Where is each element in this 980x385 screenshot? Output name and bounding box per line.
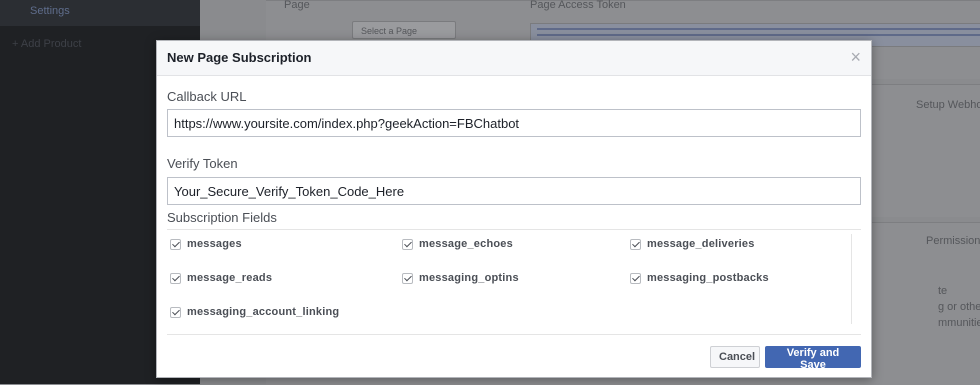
sidebar-add-product: + Add Product xyxy=(12,38,82,50)
sidebar-item-label: Settings xyxy=(30,5,70,17)
checkbox-message-reads[interactable]: message_reads xyxy=(170,272,272,284)
checkbox-checked-icon xyxy=(170,238,181,250)
webhooks-text: Setup Webhooks xyxy=(916,99,980,111)
side-text: g or other xyxy=(938,301,980,313)
divider xyxy=(167,334,861,335)
checkbox-label: messaging_postbacks xyxy=(647,272,769,284)
sidebar-item-settings: Settings xyxy=(0,0,200,26)
checkbox-messaging-postbacks[interactable]: messaging_postbacks xyxy=(630,272,769,284)
checkbox-label: messaging_optins xyxy=(419,272,519,284)
checkbox-checked-icon xyxy=(170,272,181,284)
checkbox-checked-icon xyxy=(630,238,641,250)
new-page-subscription-dialog: New Page Subscription × Callback URL Ver… xyxy=(156,40,872,378)
checkbox-message-echoes[interactable]: message_echoes xyxy=(402,238,513,250)
verify-token-input[interactable] xyxy=(167,177,861,205)
callback-url-input[interactable] xyxy=(167,109,861,137)
cancel-button[interactable]: Cancel xyxy=(710,346,760,368)
checkbox-message-deliveries[interactable]: message_deliveries xyxy=(630,238,755,250)
checkbox-messaging-account-linking[interactable]: messaging_account_linking xyxy=(170,306,339,318)
dialog-header: New Page Subscription × xyxy=(157,41,871,76)
checkbox-label: messages xyxy=(187,238,242,250)
divider xyxy=(167,229,861,230)
checkbox-checked-icon xyxy=(630,272,641,284)
checkbox-messaging-optins[interactable]: messaging_optins xyxy=(402,272,519,284)
checkbox-label: message_echoes xyxy=(419,238,513,250)
fields-scrollbar[interactable] xyxy=(851,234,852,324)
checkbox-checked-icon xyxy=(170,306,181,318)
verify-and-save-button[interactable]: Verify and Save xyxy=(765,346,861,371)
subscription-fields-label: Subscription Fields xyxy=(167,210,277,225)
page-label: Page xyxy=(284,0,310,11)
callback-url-label: Callback URL xyxy=(167,89,247,104)
checkbox-messages[interactable]: messages xyxy=(170,238,242,250)
checkbox-label: message_deliveries xyxy=(647,238,755,250)
subscription-fields-list: messages message_echoes message_deliveri… xyxy=(167,234,851,324)
side-text: mmunities. xyxy=(938,317,980,329)
checkbox-label: message_reads xyxy=(187,272,273,284)
token-label: Page Access Token xyxy=(530,0,626,11)
side-text: te xyxy=(938,285,948,297)
close-icon[interactable]: × xyxy=(850,47,861,67)
checkbox-checked-icon xyxy=(402,238,413,250)
page-select: Select a Page xyxy=(352,21,456,39)
checkbox-label: messaging_account_linking xyxy=(187,306,340,318)
permissions-text: Permissions xyxy=(926,235,980,247)
verify-token-label: Verify Token xyxy=(167,156,238,171)
dialog-title: New Page Subscription xyxy=(167,50,312,65)
checkbox-checked-icon xyxy=(402,272,413,284)
